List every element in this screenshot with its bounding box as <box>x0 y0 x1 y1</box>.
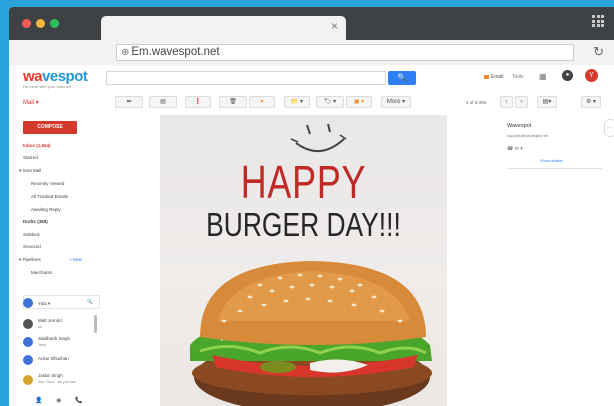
nav-recently-viewed[interactable]: Recently Viewed <box>31 181 64 186</box>
globe-icon: ⊕ <box>121 47 130 58</box>
apps-icon[interactable]: ▦ <box>539 72 547 81</box>
contact-status: Yess <box>38 343 47 347</box>
label-button[interactable]: ▾ <box>249 96 275 108</box>
email-banner-image: HAPPY BURGER DAY!!! <box>160 115 447 406</box>
mail-dropdown[interactable]: Mail ▾ <box>23 99 39 106</box>
smile-cheek-left <box>290 138 299 143</box>
contact-avatar <box>23 319 33 329</box>
nav-pipelines[interactable]: ▾ Pipelines <box>19 257 41 263</box>
app-button[interactable]: ▣ ▾ <box>346 96 372 108</box>
url-text: Em.wavespot.net <box>131 46 220 58</box>
email-headline: HAPPY <box>240 156 367 208</box>
contact-avatar <box>23 355 33 365</box>
reload-icon[interactable]: ↻ <box>593 44 604 60</box>
close-window-button[interactable] <box>22 19 31 28</box>
settings-button[interactable]: ⚙ ▾ <box>581 96 601 108</box>
contacts-search-icon[interactable]: 🔍 <box>87 299 93 305</box>
account-avatar[interactable]: Y <box>585 69 598 82</box>
contact-status: ok <box>38 325 43 329</box>
apps-grid-icon[interactable] <box>592 15 604 27</box>
contact-name[interactable]: Siddharth Singh <box>38 336 70 341</box>
minimize-window-button[interactable] <box>36 19 45 28</box>
smile-mouth <box>295 138 345 152</box>
nav-snoozed[interactable]: Snoozed <box>23 244 41 249</box>
contact-name[interactable]: Jasbir Singh <box>38 373 63 378</box>
search-button[interactable]: 🔍 <box>388 71 416 85</box>
tab-close-icon[interactable]: × <box>331 19 338 33</box>
email-menu[interactable]: Email <box>484 74 504 80</box>
mail-toolbar: Mail ▾ ⬅ ▤ ❗ 🗑 ▾ 📁 ▾ 🏷 ▾ ▣ ▾ More ▾ 2 of… <box>9 93 614 115</box>
smile-eye-left <box>306 124 311 135</box>
report-spam-button[interactable]: ❗ <box>185 96 211 108</box>
more-button[interactable]: More ▾ <box>381 96 411 108</box>
view-options-button[interactable]: ▤▾ <box>537 96 557 108</box>
email-subheadline: BURGER DAY!!! <box>206 206 401 243</box>
sidebar-toggle-icon[interactable]: ‹ <box>604 119 614 137</box>
browser-window: × ⊕ Em.wavespot.net ↻ wavespot Do more wi… <box>9 7 614 406</box>
nav-merchants[interactable]: Merchants <box>31 270 52 275</box>
sender-sidebar: Wavespot support@wavespot.net ☎ ✉ ▾ Show… <box>447 115 614 406</box>
labels-button[interactable]: 🏷 ▾ <box>316 96 344 108</box>
pickle <box>260 361 296 373</box>
maximize-window-button[interactable] <box>50 19 59 28</box>
nav-starred[interactable]: Starred <box>23 155 38 160</box>
nav-awaiting-reply[interactable]: Awaiting Reply <box>31 207 61 212</box>
address-bar: ⊕ Em.wavespot.net ↻ <box>9 40 614 65</box>
archive-button[interactable]: ▤ <box>149 96 177 108</box>
notifications-icon[interactable]: ● <box>562 70 573 81</box>
contact-avatar <box>23 375 33 385</box>
sender-action-icons[interactable]: ☎ ✉ ▾ <box>507 146 523 152</box>
contact-name[interactable]: Matt Jerrold <box>38 318 62 323</box>
user-avatar[interactable] <box>23 298 33 308</box>
pager-count: 2 of 6,009 <box>466 100 487 105</box>
contacts-user-label[interactable]: Yula ▾ <box>38 301 50 307</box>
nav-inbox[interactable]: Inbox (1,664) <box>23 143 51 148</box>
left-navigation: COMPOSE Inbox (1,664) Starred ▾ Sent Mai… <box>9 115 101 406</box>
move-to-button[interactable]: 📁 ▾ <box>284 96 310 108</box>
contact-avatar <box>23 337 33 347</box>
sender-email[interactable]: support@wavespot.net <box>507 133 548 138</box>
contact-status: You: Sure.. as you hav <box>38 380 77 384</box>
mail-search-input[interactable] <box>106 71 386 85</box>
chat-mode-icons[interactable]: 👤 ◉ 📞 <box>35 397 89 404</box>
nav-drafts[interactable]: Drafts (368) <box>23 219 48 224</box>
nav-all-tracked-emails[interactable]: All Tracked Emails <box>31 194 68 199</box>
mail-header: wavespot Do more with your internet! 🔍 E… <box>9 65 614 93</box>
contacts-scrollbar[interactable] <box>94 315 97 333</box>
tools-menu[interactable]: Tools <box>512 74 524 80</box>
url-field[interactable]: ⊕ Em.wavespot.net <box>116 44 574 61</box>
sender-name: Wavespot <box>507 123 532 129</box>
smile-cheek-right <box>339 134 347 140</box>
delete-button[interactable]: 🗑 <box>219 96 247 108</box>
sidebar-divider <box>507 168 602 169</box>
nav-sidekick[interactable]: Sidekick <box>23 232 40 237</box>
logo-tagline: Do more with your internet! <box>23 84 72 89</box>
contact-name[interactable]: Ankur Bhushan <box>38 356 69 361</box>
wavespot-logo[interactable]: wavespot <box>23 68 88 85</box>
back-button[interactable]: ⬅ <box>115 96 143 108</box>
next-email-button[interactable]: › <box>515 96 528 108</box>
smile-eye-right <box>327 123 331 133</box>
new-pipeline-link[interactable]: + New <box>69 257 82 262</box>
prev-email-button[interactable]: ‹ <box>500 96 513 108</box>
browser-tab[interactable]: × <box>101 16 346 40</box>
show-details-link[interactable]: Show details <box>540 158 563 163</box>
compose-button[interactable]: COMPOSE <box>23 121 77 134</box>
nav-sent-mail[interactable]: ▾ Sent Mail <box>19 168 41 174</box>
